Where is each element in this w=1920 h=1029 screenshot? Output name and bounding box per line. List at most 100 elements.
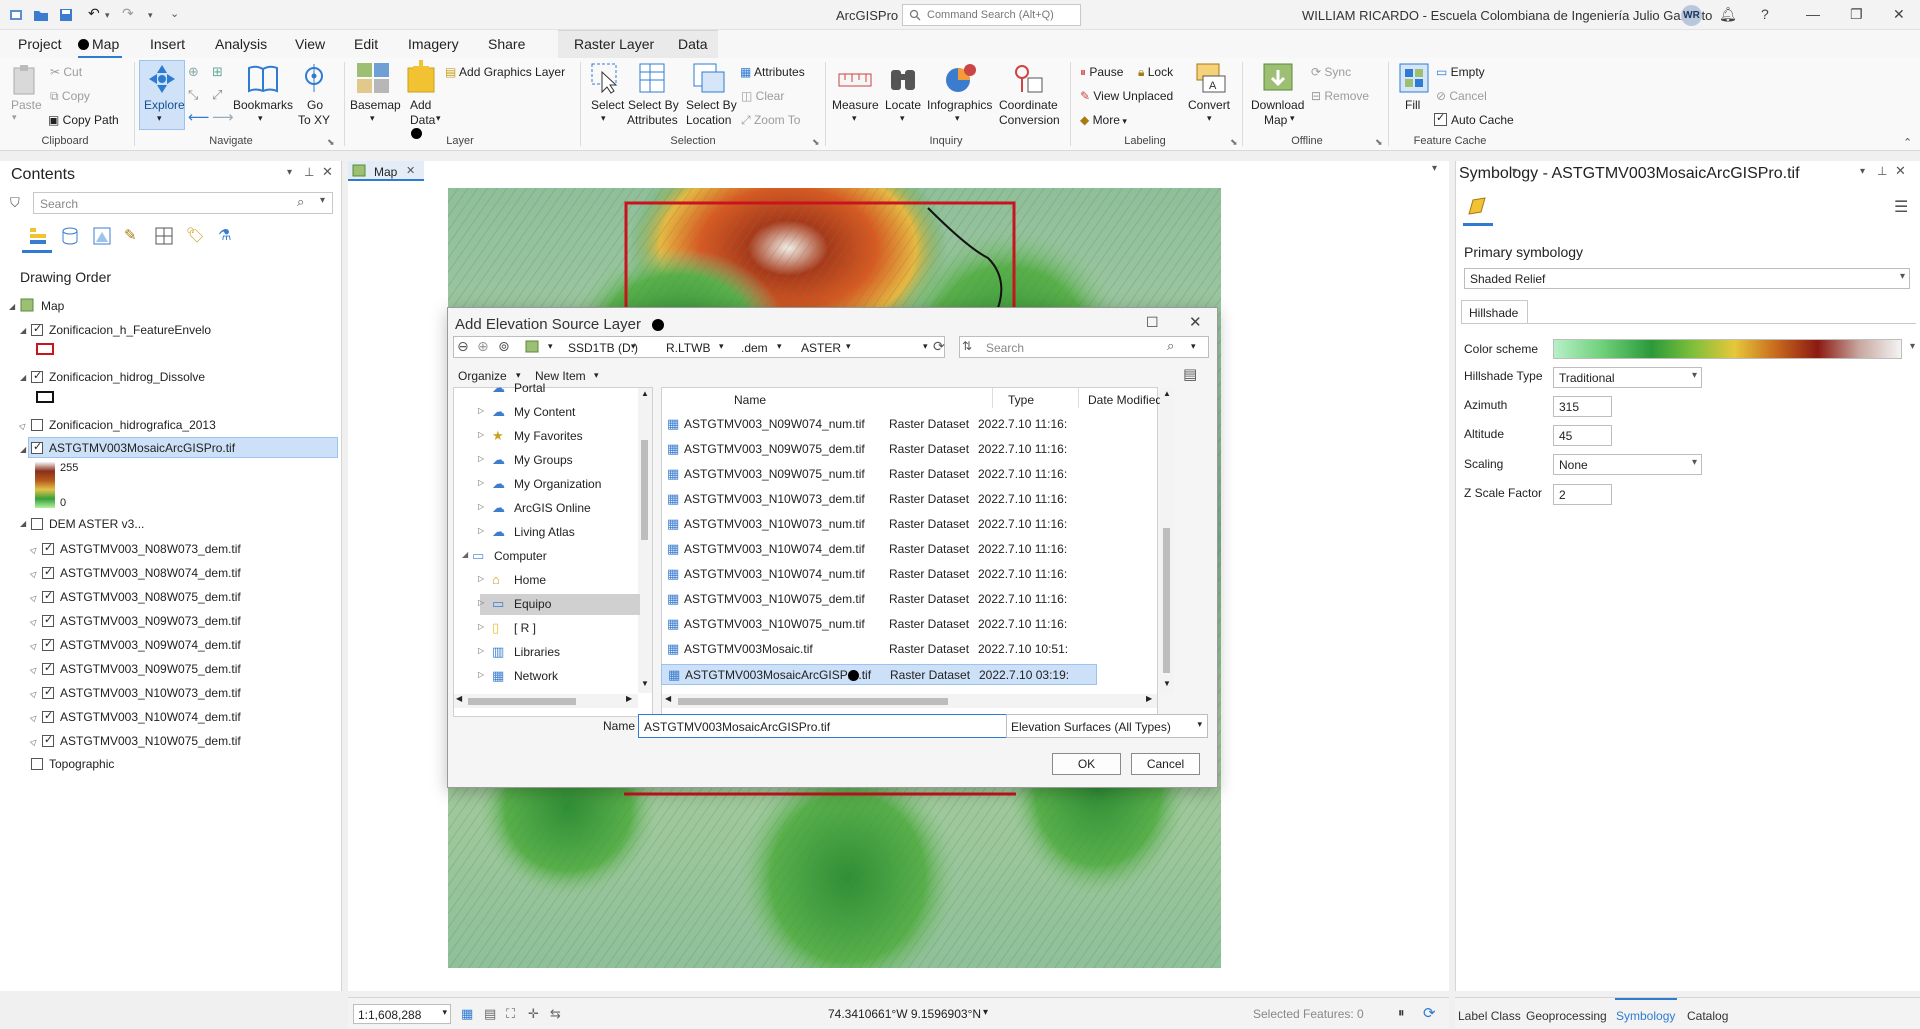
layer-visibility-checkbox[interactable] bbox=[42, 589, 54, 603]
file-row[interactable]: ▦ ASTGTMV003_N10W074_dem.tif Raster Datase… bbox=[661, 539, 1097, 560]
fill-button[interactable]: Fill bbox=[1405, 98, 1420, 112]
tree-item[interactable]: Computer bbox=[494, 549, 547, 563]
file-row[interactable]: ▦ ASTGTMV003_N10W075_num.tif Raster Datase… bbox=[661, 614, 1097, 635]
layer-item[interactable]: Topographic bbox=[49, 757, 114, 771]
file-row[interactable]: ▦ ASTGTMV003_N09W075_dem.tif Raster Datase… bbox=[661, 439, 1097, 460]
remove-button[interactable]: ⊟ Remove bbox=[1311, 89, 1369, 103]
scrollbar-thumb[interactable] bbox=[1163, 528, 1170, 673]
download-map-dropdown-icon[interactable]: ▾ bbox=[1290, 113, 1295, 124]
layer-symbol-swatch[interactable] bbox=[36, 343, 54, 355]
file-row[interactable]: ▦ ASTGTMV003_N10W075_dem.tif Raster Datase… bbox=[661, 589, 1097, 610]
layer-visibility-checkbox[interactable] bbox=[31, 440, 43, 454]
primary-symbology-icon[interactable] bbox=[1466, 195, 1488, 220]
list-by-drawing-order-icon[interactable] bbox=[28, 226, 48, 249]
tree-item[interactable]: Libraries bbox=[514, 645, 560, 659]
scroll-right-icon[interactable]: ▶ bbox=[626, 694, 632, 703]
paste-button[interactable]: Paste bbox=[11, 98, 42, 112]
column-header-type[interactable]: Type bbox=[1008, 393, 1034, 407]
hillshade-type-select[interactable]: Traditional bbox=[1553, 367, 1702, 388]
menu-icon[interactable]: ☰ bbox=[1894, 197, 1908, 217]
fixed-zoom-out-icon[interactable]: ⤡ bbox=[188, 87, 198, 103]
paste-dropdown-icon[interactable]: ▾ bbox=[12, 112, 17, 123]
layer-visibility-checkbox[interactable] bbox=[42, 565, 54, 579]
new-project-icon[interactable] bbox=[8, 7, 24, 23]
coordinate-conversion-line1[interactable]: Coordinate bbox=[999, 98, 1058, 112]
tree-item[interactable]: My Organization bbox=[514, 477, 601, 491]
tab-geoprocessing[interactable]: Geoprocessing bbox=[1526, 1009, 1607, 1023]
layer-visibility-checkbox[interactable] bbox=[31, 369, 43, 383]
color-scheme-select[interactable]: ▾ bbox=[1553, 339, 1915, 359]
list-by-snapping-icon[interactable] bbox=[154, 226, 174, 249]
tab-project[interactable]: Project bbox=[18, 36, 62, 52]
tree-vertical-scrollbar[interactable]: ▲ ▼ bbox=[638, 388, 652, 693]
scaling-select[interactable]: None bbox=[1553, 454, 1702, 475]
close-pane-icon[interactable]: ✕ bbox=[322, 164, 333, 180]
sub-layer-item[interactable]: ASTGTMV003_N08W073_dem.tif bbox=[60, 542, 241, 556]
select-dropdown-icon[interactable]: ▾ bbox=[601, 113, 606, 124]
view-tab-options-icon[interactable]: ▾ bbox=[1432, 163, 1437, 174]
add-data-button-line1[interactable]: Add bbox=[410, 98, 431, 112]
convert-button[interactable]: Convert bbox=[1188, 98, 1230, 112]
layer-item[interactable]: Zonificacion_hidrog_Dissolve bbox=[49, 370, 205, 384]
tab-catalog[interactable]: Catalog bbox=[1687, 1009, 1728, 1023]
sub-layer-item[interactable]: ASTGTMV003_N08W075_dem.tif bbox=[60, 590, 241, 604]
expand-toggle[interactable]: ▷ bbox=[478, 478, 484, 487]
tree-item[interactable]: ArcGIS Online bbox=[514, 501, 591, 515]
tree-item[interactable]: Portal bbox=[514, 381, 545, 395]
expand-toggle[interactable]: ▷ bbox=[29, 640, 40, 651]
expand-toggle[interactable]: ◢ bbox=[20, 373, 26, 382]
chevron-down-icon[interactable]: ▾ bbox=[594, 370, 599, 381]
scroll-right-icon[interactable]: ▶ bbox=[1146, 694, 1152, 703]
file-row[interactable]: ▦ ASTGTMV003MosaicArcGISPro.tif Raster Dat… bbox=[661, 664, 1097, 685]
layer-symbol-swatch[interactable] bbox=[36, 391, 54, 403]
expand-toggle[interactable]: ▷ bbox=[29, 592, 40, 603]
elevation-legend-ramp[interactable] bbox=[35, 462, 55, 508]
chevron-down-icon[interactable]: ▾ bbox=[548, 341, 553, 352]
tab-analysis[interactable]: Analysis bbox=[215, 36, 267, 52]
symbology-pin-icon[interactable]: ⊥ bbox=[1877, 164, 1887, 178]
expand-toggle[interactable]: ◢ bbox=[9, 302, 15, 311]
expand-toggle[interactable]: ▷ bbox=[29, 712, 40, 723]
more-button[interactable]: ◆ More ▾ bbox=[1080, 113, 1127, 127]
sync-button[interactable]: ⟳ Sync bbox=[1311, 65, 1351, 79]
file-row[interactable]: ▦ ASTGTMV003_N09W074_num.tif Raster Datase… bbox=[661, 414, 1097, 435]
map-scale-select[interactable]: 1:1,608,288 ▾ bbox=[353, 1004, 451, 1024]
layer-visibility-checkbox[interactable] bbox=[31, 758, 43, 770]
file-list-horizontal-scrollbar[interactable]: ◀ ▶ bbox=[662, 694, 1157, 708]
copy-button[interactable]: ⧉ Copy bbox=[50, 89, 90, 104]
scroll-left-icon[interactable]: ◀ bbox=[456, 694, 462, 703]
symbology-method-select[interactable]: Shaded Relief bbox=[1464, 268, 1910, 289]
download-map-line2[interactable]: Map bbox=[1264, 113, 1287, 127]
help-icon[interactable]: ? bbox=[1761, 6, 1769, 22]
copy-path-button[interactable]: ▣ Copy Path bbox=[48, 113, 119, 127]
expand-toggle[interactable]: ▷ bbox=[478, 598, 484, 607]
layer-visibility-checkbox[interactable] bbox=[31, 419, 43, 431]
azimuth-input[interactable]: 315 bbox=[1553, 396, 1612, 417]
contents-search-input[interactable]: Search bbox=[33, 192, 333, 214]
convert-dropdown-icon[interactable]: ▾ bbox=[1207, 113, 1212, 124]
expand-toggle[interactable]: ▷ bbox=[29, 616, 40, 627]
scroll-up-icon[interactable]: ▲ bbox=[1163, 389, 1171, 398]
open-project-icon[interactable] bbox=[33, 7, 49, 23]
expand-toggle[interactable]: ▷ bbox=[29, 688, 40, 699]
zoom-to-selection-icon[interactable]: ⤢ bbox=[212, 87, 222, 103]
forward-icon[interactable]: ⊕ bbox=[477, 338, 489, 355]
expand-toggle[interactable]: ▷ bbox=[29, 664, 40, 675]
tab-raster-layer[interactable]: Raster Layer bbox=[574, 36, 654, 52]
clipboard-launcher-icon[interactable]: ⬊ bbox=[327, 137, 335, 148]
sort-icon[interactable]: ⇅ bbox=[962, 339, 972, 353]
lock-button[interactable]: 🔒︎ Lock bbox=[1138, 65, 1173, 80]
layer-visibility-checkbox[interactable] bbox=[42, 709, 54, 723]
redo-dropdown-icon[interactable]: ▾ bbox=[148, 10, 164, 26]
add-data-button-line2[interactable]: Data bbox=[410, 113, 435, 127]
file-row[interactable]: ▦ ASTGTMV003_N10W073_dem.tif Raster Datase… bbox=[661, 489, 1097, 510]
tree-item[interactable]: [ R ] bbox=[514, 621, 536, 635]
fixed-zoom-in-icon[interactable]: ⊞ bbox=[212, 64, 223, 80]
altitude-input[interactable]: 45 bbox=[1553, 425, 1612, 446]
expand-toggle[interactable]: ▷ bbox=[478, 622, 484, 631]
locate-dropdown-icon[interactable]: ▾ bbox=[900, 113, 905, 124]
tab-map[interactable]: Map bbox=[92, 36, 119, 52]
basemap-button[interactable]: Basemap bbox=[350, 98, 401, 112]
scroll-left-icon[interactable]: ◀ bbox=[665, 694, 671, 703]
empty-button[interactable]: ▭ Empty bbox=[1436, 65, 1485, 79]
